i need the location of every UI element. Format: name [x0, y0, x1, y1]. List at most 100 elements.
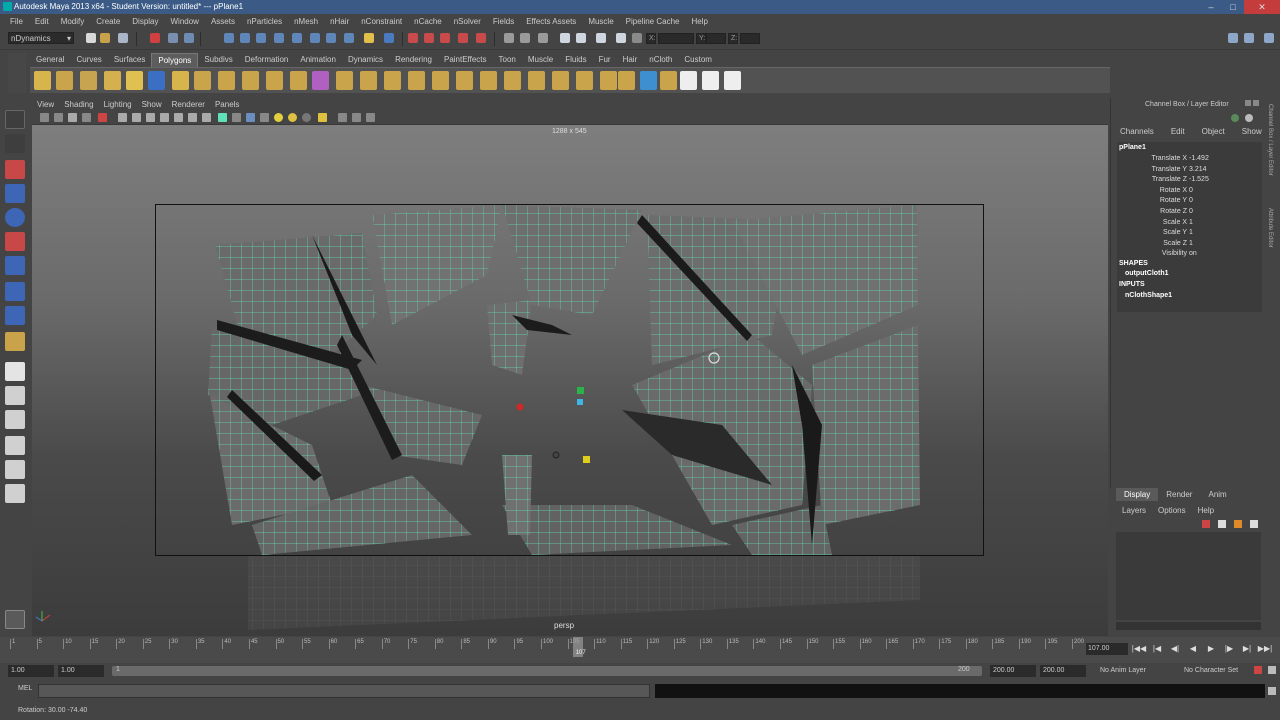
- layer-list[interactable]: [1116, 532, 1261, 620]
- xray-icon[interactable]: [260, 113, 269, 122]
- attribute-value[interactable]: 1: [1189, 218, 1249, 228]
- start-time-field[interactable]: 1.00: [8, 665, 54, 677]
- select-camera-icon[interactable]: [40, 113, 49, 122]
- render-view-icon[interactable]: [458, 33, 468, 43]
- menu-assets[interactable]: Assets: [205, 17, 241, 26]
- step-back-icon[interactable]: ◀|: [1166, 643, 1184, 655]
- combine-icon[interactable]: [266, 71, 283, 90]
- new-layer-selected-icon[interactable]: [1218, 520, 1226, 528]
- attribute-editor-icon[interactable]: [596, 33, 606, 43]
- anim-layer-dropdown[interactable]: No Anim Layer: [1100, 667, 1146, 674]
- select-tool-icon[interactable]: [5, 110, 25, 129]
- smooth-icon[interactable]: [336, 71, 353, 90]
- helix-icon[interactable]: [218, 71, 235, 90]
- film-gate-icon[interactable]: [132, 113, 141, 122]
- menu-nmesh[interactable]: nMesh: [288, 17, 324, 26]
- new-scene-icon[interactable]: [86, 33, 96, 43]
- field-chart-icon[interactable]: [174, 113, 183, 122]
- menu-nsolver[interactable]: nSolver: [448, 17, 487, 26]
- viewport-menu-show[interactable]: Show: [137, 99, 167, 111]
- torus-icon[interactable]: [148, 71, 165, 90]
- end-time-field[interactable]: 200.00: [1040, 665, 1086, 677]
- safe-action-icon[interactable]: [188, 113, 197, 122]
- input-item[interactable]: nClothShape1: [1125, 292, 1172, 299]
- render-frame-icon[interactable]: [408, 33, 418, 43]
- attribute-value[interactable]: -1.525: [1189, 175, 1249, 185]
- shelf-tab-dynamics[interactable]: Dynamics: [342, 53, 389, 67]
- y-field[interactable]: [706, 33, 726, 44]
- minimize-icon[interactable]: –: [1200, 0, 1222, 14]
- planar-map-icon[interactable]: [680, 71, 697, 90]
- layout-toggle-icon[interactable]: [1228, 33, 1238, 43]
- wireframe-on-shaded-icon[interactable]: [246, 113, 255, 122]
- universal-manip-icon[interactable]: [5, 256, 25, 275]
- high-quality-icon[interactable]: [318, 113, 327, 122]
- menu-display[interactable]: Display: [126, 17, 164, 26]
- graph-layout-icon[interactable]: [5, 436, 25, 455]
- render-settings-icon[interactable]: [440, 33, 450, 43]
- side-tab-attribute-editor[interactable]: Attribute Editor: [1267, 208, 1273, 248]
- hypershade-layout-icon[interactable]: [5, 460, 25, 479]
- snap-live-icon[interactable]: [310, 33, 320, 43]
- viewport-menu-view[interactable]: View: [32, 99, 59, 111]
- tool-settings-icon[interactable]: [576, 33, 586, 43]
- plane-icon[interactable]: [126, 71, 143, 90]
- current-frame-field[interactable]: 107.00: [1086, 643, 1128, 655]
- ipr-render-icon[interactable]: [424, 33, 434, 43]
- character-set-dropdown[interactable]: No Character Set: [1184, 667, 1238, 674]
- shelf-tab-fur[interactable]: Fur: [593, 53, 617, 67]
- bookmark-icon[interactable]: [68, 113, 77, 122]
- triangulate-icon[interactable]: [660, 71, 677, 90]
- use-default-light-icon[interactable]: [274, 113, 283, 122]
- shadows-icon[interactable]: [302, 113, 311, 122]
- mel-input[interactable]: [38, 684, 650, 698]
- sidebar-toggle-icon[interactable]: [560, 33, 570, 43]
- menu-muscle[interactable]: Muscle: [582, 17, 619, 26]
- anim-prefs-icon[interactable]: [1268, 666, 1276, 674]
- perspective-viewport[interactable]: 1288 x 545 persp: [32, 125, 1108, 636]
- offset-loop-icon[interactable]: [480, 71, 497, 90]
- camera-attributes-icon[interactable]: [54, 113, 63, 122]
- construction-history-icon[interactable]: [384, 33, 394, 43]
- x-field[interactable]: [658, 33, 694, 44]
- image-plane-icon[interactable]: [82, 113, 91, 122]
- object-name[interactable]: pPlane1: [1119, 144, 1146, 151]
- shelf-tab-curves[interactable]: Curves: [70, 53, 107, 67]
- split-icon[interactable]: [432, 71, 449, 90]
- shelf-tab-surfaces[interactable]: Surfaces: [108, 53, 152, 67]
- shelf-tab-toon[interactable]: Toon: [493, 53, 522, 67]
- use-all-lights-icon[interactable]: [288, 113, 297, 122]
- step-forward-key-icon[interactable]: ▶|: [1238, 643, 1256, 655]
- extrude-icon[interactable]: [360, 71, 377, 90]
- menu-effects-assets[interactable]: Effects Assets: [520, 17, 582, 26]
- attribute-value[interactable]: on: [1189, 249, 1249, 259]
- isolate-select-icon[interactable]: [338, 113, 347, 122]
- shelf-options[interactable]: [8, 53, 26, 93]
- select-object-icon[interactable]: [168, 33, 178, 43]
- grid-icon[interactable]: [118, 113, 127, 122]
- select-component-icon[interactable]: [184, 33, 194, 43]
- shelf-tab-custom[interactable]: Custom: [678, 53, 718, 67]
- menu-nhair[interactable]: nHair: [324, 17, 355, 26]
- resize-icon[interactable]: [366, 113, 375, 122]
- scale-tool-icon[interactable]: [5, 232, 25, 251]
- z-field[interactable]: [740, 33, 760, 44]
- save-scene-icon[interactable]: [118, 33, 128, 43]
- shelf-tab-hair[interactable]: Hair: [617, 53, 644, 67]
- pyramid-icon[interactable]: [172, 71, 189, 90]
- shelf-tab-ncloth[interactable]: nCloth: [643, 53, 678, 67]
- close-panel-icon[interactable]: [1253, 100, 1259, 106]
- attribute-value[interactable]: -1.492: [1189, 154, 1249, 164]
- viewport-menu-renderer[interactable]: Renderer: [167, 99, 210, 111]
- absolute-transform-icon[interactable]: [538, 33, 548, 43]
- step-forward-icon[interactable]: |▶: [1220, 643, 1238, 655]
- viewport-menu-lighting[interactable]: Lighting: [99, 99, 137, 111]
- layer-scrollbar[interactable]: [1116, 622, 1261, 630]
- pipe-icon[interactable]: [194, 71, 211, 90]
- chamfer-icon[interactable]: [618, 71, 635, 90]
- history-icon[interactable]: [326, 33, 336, 43]
- lasso-tool-icon[interactable]: [5, 134, 25, 153]
- viewport-menu-panels[interactable]: Panels: [210, 99, 244, 111]
- layer-menu-help[interactable]: Help: [1192, 504, 1220, 517]
- cylinder-icon[interactable]: [80, 71, 97, 90]
